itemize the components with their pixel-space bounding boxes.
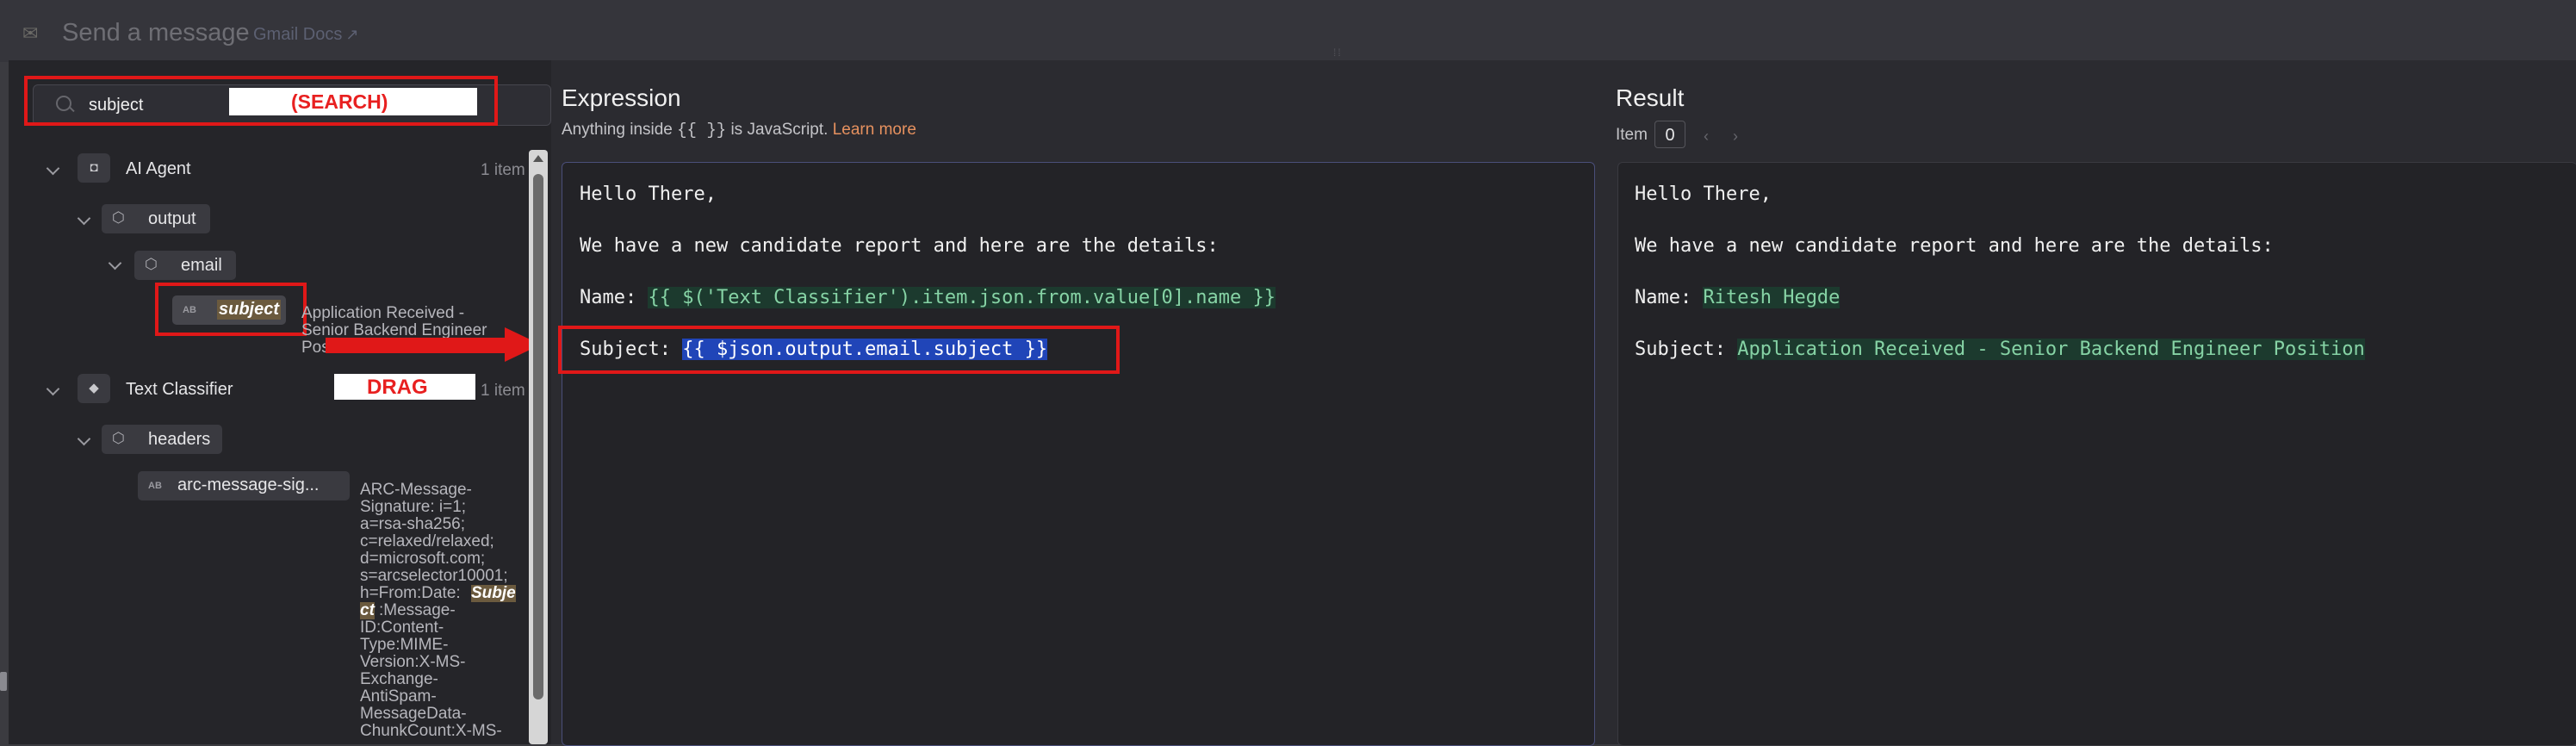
name-label: Name:: [580, 287, 649, 308]
robot-icon: ◘: [78, 153, 110, 183]
subject-value: Application Received - Senior Backend En…: [1737, 339, 2365, 360]
tree-node-label: output: [148, 209, 196, 228]
tree-node-text-classifier[interactable]: Text Classifier: [126, 380, 233, 400]
scroll-up-icon[interactable]: [533, 155, 543, 162]
item-count: 1 item: [481, 382, 525, 400]
learn-more-link[interactable]: Learn more: [833, 121, 916, 139]
scrollbar-thumb[interactable]: [533, 174, 543, 699]
result-line: We have a new candidate report and here …: [1635, 235, 2274, 257]
subject-label: Subject:: [1635, 339, 1738, 360]
tree-node-arc-message-signature[interactable]: AB arc-message-sig...: [138, 471, 350, 500]
result-name-line: Name: Ritesh Hegde: [1635, 287, 1840, 308]
arc-value-line: Exchange-: [360, 670, 438, 688]
arc-value-line: c=relaxed/relaxed;: [360, 532, 494, 550]
tree-node-output[interactable]: ⬡ output: [102, 204, 210, 233]
cube-icon: ⬡: [112, 430, 125, 446]
arc-value-line: Version:X-MS-: [360, 653, 466, 671]
annotation-search-box: [24, 76, 498, 126]
name-expression[interactable]: {{ $('Text Classifier').item.json.from.v…: [648, 287, 1276, 308]
name-label: Name:: [1635, 287, 1704, 308]
chevron-right-icon[interactable]: ›: [1733, 127, 1738, 146]
search-highlight: ct: [360, 601, 375, 619]
cube-icon: ⬡: [145, 256, 158, 272]
search-highlight: Subje: [471, 584, 516, 602]
tree-node-email[interactable]: ⬡ email: [134, 251, 236, 280]
tree-node-label: headers: [148, 430, 211, 449]
tree-node-label: email: [181, 256, 222, 275]
cube-icon: ⬡: [112, 209, 125, 226]
drag-grip-icon[interactable]: ⁞⁞: [1333, 47, 1354, 59]
modal-header-dimmed: ✉ Send a message Gmail Docs ↗ ⁞⁞: [0, 0, 2576, 62]
string-type-icon: AB: [148, 481, 162, 491]
annotation-subject-box: [155, 283, 307, 336]
arc-value-line: :Message-: [379, 601, 456, 619]
arc-value-line: ID:Content-: [360, 619, 444, 637]
arc-value-line: AntiSpam-: [360, 687, 437, 706]
result-line: Hello There,: [1635, 183, 1772, 205]
tree-node-headers[interactable]: ⬡ headers: [102, 425, 222, 454]
expression-name-line: Name: {{ $('Text Classifier').item.json.…: [580, 287, 1276, 308]
name-value: Ritesh Hegde: [1703, 287, 1840, 308]
annotation-drag-label: DRAG: [367, 376, 428, 399]
subject-value-line: Application Received -: [301, 304, 465, 322]
result-subject-line: Subject: Application Received - Senior B…: [1635, 339, 2365, 360]
docs-link-label: Gmail Docs: [253, 25, 343, 44]
expression-title: Expression: [562, 84, 681, 111]
item-count: 1 item: [481, 161, 525, 179]
arc-value-line: Signature: i=1;: [360, 498, 467, 516]
hint-code: {{ }}: [677, 121, 727, 140]
docs-link[interactable]: Gmail Docs ↗: [253, 25, 358, 45]
arc-value-line: d=microsoft.com;: [360, 550, 486, 568]
item-index-input[interactable]: 0: [1654, 121, 1685, 148]
tag-icon: ◆: [78, 374, 110, 403]
arc-value-line: h=From:Date:: [360, 584, 461, 602]
annotation-drop-box: [558, 326, 1120, 374]
subject-value-line: Senior Backend Engineer: [301, 321, 487, 339]
tree-node-ai-agent[interactable]: AI Agent: [126, 159, 191, 179]
gmail-logo-icon: ✉: [22, 22, 39, 44]
side-handle[interactable]: [0, 672, 7, 691]
annotation-drag-arrow: [326, 338, 506, 353]
external-link-icon: ↗: [345, 26, 359, 43]
expression-line: Hello There,: [580, 183, 717, 205]
arc-value-line: ChunkCount:X-MS-: [360, 722, 502, 740]
expression-line: We have a new candidate report and here …: [580, 235, 1219, 257]
expression-hint: Anything inside {{ }} is JavaScript. Lea…: [562, 121, 916, 140]
hint-prefix: Anything inside: [562, 121, 673, 139]
arc-value-line: Type:MIME-: [360, 636, 449, 654]
arc-value-line: MessageData-: [360, 705, 467, 723]
item-label: Item: [1616, 126, 1648, 144]
arc-value-line: s=arcselector10001;: [360, 567, 508, 585]
chevron-left-icon[interactable]: ‹: [1704, 127, 1709, 146]
tree-node-label: arc-message-sig...: [177, 476, 320, 494]
result-title: Result: [1616, 84, 1685, 111]
arc-value-line: a=rsa-sha256;: [360, 515, 465, 533]
arc-value-line: ARC-Message-: [360, 481, 472, 499]
hint-suffix: is JavaScript.: [730, 121, 829, 139]
node-title: Send a message: [62, 19, 250, 47]
